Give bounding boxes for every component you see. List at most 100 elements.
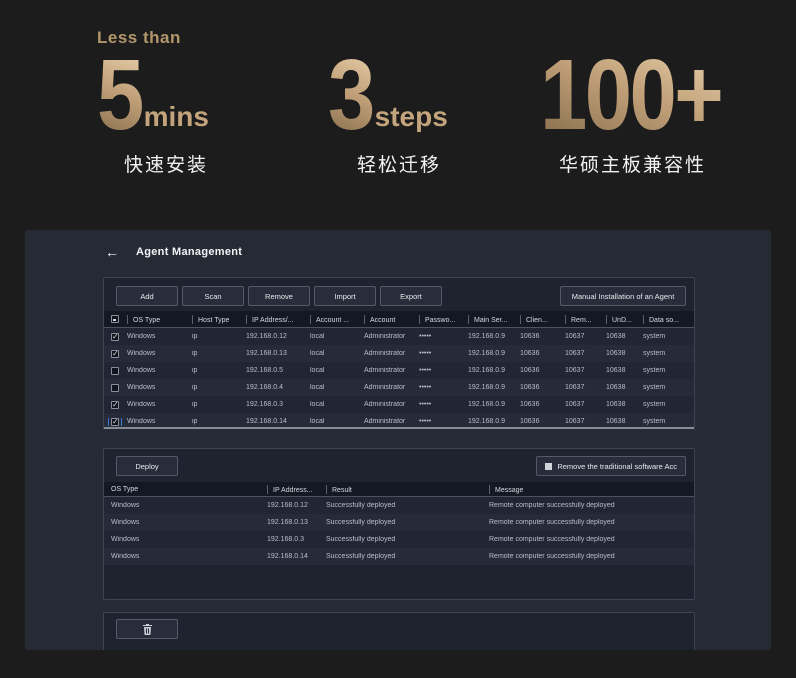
remove-traditional-label: Remove the traditional software Acc [557, 461, 677, 471]
stat-number: 3 [328, 39, 375, 151]
deploy-table-body: Windows 192.168.0.12 Successfully deploy… [104, 497, 694, 565]
deploy-section: Deploy Remove the traditional software A… [103, 448, 695, 600]
cell-account: Administrator [364, 418, 406, 425]
column-host-type[interactable]: Host Type [192, 315, 246, 324]
cell-account-type: local [310, 418, 325, 425]
add-button[interactable]: Add [116, 286, 178, 306]
column-os-type[interactable]: OS Type [127, 315, 192, 324]
column-account-type[interactable]: Account ... [310, 315, 364, 324]
remove-traditional-option[interactable]: Remove the traditional software Acc [536, 456, 686, 476]
cell-os-type: Windows [111, 519, 140, 526]
cell-os-type: Windows [127, 333, 156, 340]
column-result[interactable]: Result [326, 485, 489, 494]
checked-square-icon [545, 462, 553, 470]
cell-message: Remote computer successfully deployed [489, 519, 615, 526]
export-button[interactable]: Export [380, 286, 442, 306]
delete-button[interactable] [116, 619, 178, 639]
column-ip-address[interactable]: IP Address/... [246, 315, 310, 324]
row-checkbox[interactable] [110, 332, 119, 341]
select-all-checkbox[interactable] [110, 315, 119, 323]
cell-password: ••••• [419, 401, 432, 408]
row-checkbox[interactable] [110, 349, 119, 358]
cell-result: Successfully deployed [326, 519, 396, 526]
column-message[interactable]: Message [489, 485, 694, 494]
column-ip-address[interactable]: IP Address... [267, 485, 326, 494]
manual-install-button[interactable]: Manual Installation of an Agent [560, 286, 686, 306]
column-password[interactable]: Passwo... [419, 315, 468, 324]
cell-ip-address: 192.168.0.5 [246, 367, 283, 374]
trash-icon [142, 623, 152, 635]
cell-host-type: ip [192, 384, 198, 391]
cell-host-type: ip [192, 367, 198, 374]
cell-account: Administrator [364, 350, 406, 357]
cell-data-source: system [643, 418, 666, 425]
cell-und: 10638 [606, 350, 626, 357]
stat-motherboard-compat: 100+ 华硕主板兼容性 [540, 28, 725, 177]
row-checkbox[interactable] [110, 383, 119, 392]
cell-message: Remote computer successfully deployed [489, 536, 615, 543]
agent-table-header: OS Type Host Type IP Address/... Account… [104, 311, 694, 328]
cell-client: 10636 [520, 367, 540, 374]
row-checkbox[interactable] [110, 400, 119, 409]
column-und[interactable]: UnD... [606, 315, 643, 324]
column-account[interactable]: Account [364, 315, 419, 324]
cell-result: Successfully deployed [326, 502, 396, 509]
cell-main-server: 192.168.0.9 [468, 333, 505, 340]
panel-header: ← Agent Management [105, 245, 242, 259]
table-row[interactable]: Windows 192.168.0.3 Successfully deploye… [104, 531, 694, 548]
horizontal-scrollbar[interactable] [104, 427, 694, 429]
cell-host-type: ip [192, 418, 198, 425]
cell-account-type: local [310, 350, 325, 357]
cell-data-source: system [643, 367, 666, 374]
row-checkbox[interactable] [110, 366, 119, 375]
table-row[interactable]: Windows 192.168.0.14 Successfully deploy… [104, 548, 694, 565]
stat-unit: mins [143, 101, 209, 132]
table-row[interactable]: Windows ip 192.168.0.3 local Administrat… [104, 396, 694, 413]
cell-result: Successfully deployed [326, 536, 396, 543]
deploy-button[interactable]: Deploy [116, 456, 178, 476]
cell-data-source: system [643, 401, 666, 408]
cell-main-server: 192.168.0.9 [468, 367, 505, 374]
scan-button[interactable]: Scan [182, 286, 244, 306]
cell-data-source: system [643, 333, 666, 340]
cell-os-type: Windows [127, 418, 156, 425]
cell-message: Remote computer successfully deployed [489, 502, 615, 509]
cell-client: 10636 [520, 333, 540, 340]
back-icon[interactable]: ← [105, 245, 119, 259]
cell-password: ••••• [419, 384, 432, 391]
cell-client: 10636 [520, 384, 540, 391]
table-row[interactable]: Windows ip 192.168.0.4 local Administrat… [104, 379, 694, 396]
column-remote[interactable]: Rem... [565, 315, 606, 324]
stat-value: 5 mins [97, 45, 235, 145]
cell-os-type: Windows [111, 502, 140, 509]
cell-os-type: Windows [127, 367, 156, 374]
table-row[interactable]: Windows ip 192.168.0.13 local Administra… [104, 345, 694, 362]
table-row[interactable]: Windows ip 192.168.0.12 local Administra… [104, 328, 694, 345]
column-client[interactable]: Clien... [520, 315, 565, 324]
column-main-server[interactable]: Main Ser... [468, 315, 520, 324]
cell-password: ••••• [419, 333, 432, 340]
cell-ip-address: 192.168.0.12 [267, 502, 308, 509]
cell-data-source: system [643, 350, 666, 357]
cell-os-type: Windows [127, 401, 156, 408]
cell-result: Successfully deployed [326, 553, 396, 560]
column-data-source[interactable]: Data so... [643, 315, 694, 324]
cell-remote: 10637 [565, 367, 585, 374]
table-row[interactable]: Windows 192.168.0.12 Successfully deploy… [104, 497, 694, 514]
agent-table-body: Windows ip 192.168.0.12 local Administra… [104, 328, 694, 430]
table-row[interactable]: Windows ip 192.168.0.5 local Administrat… [104, 362, 694, 379]
cell-main-server: 192.168.0.9 [468, 418, 505, 425]
stat-label: 快速安装 [123, 155, 208, 176]
remove-button[interactable]: Remove [248, 286, 310, 306]
deploy-table-header: OS Type IP Address... Result Message [104, 482, 694, 497]
cell-client: 10636 [520, 401, 540, 408]
row-checkbox[interactable] [107, 417, 122, 426]
import-button[interactable]: Import [314, 286, 376, 306]
column-os-type[interactable]: OS Type [104, 486, 267, 493]
cell-main-server: 192.168.0.9 [468, 384, 505, 391]
cell-und: 10638 [606, 418, 626, 425]
select-all-checkbox-cell [104, 315, 127, 323]
cell-client: 10636 [520, 350, 540, 357]
cell-account: Administrator [364, 333, 406, 340]
table-row[interactable]: Windows 192.168.0.13 Successfully deploy… [104, 514, 694, 531]
